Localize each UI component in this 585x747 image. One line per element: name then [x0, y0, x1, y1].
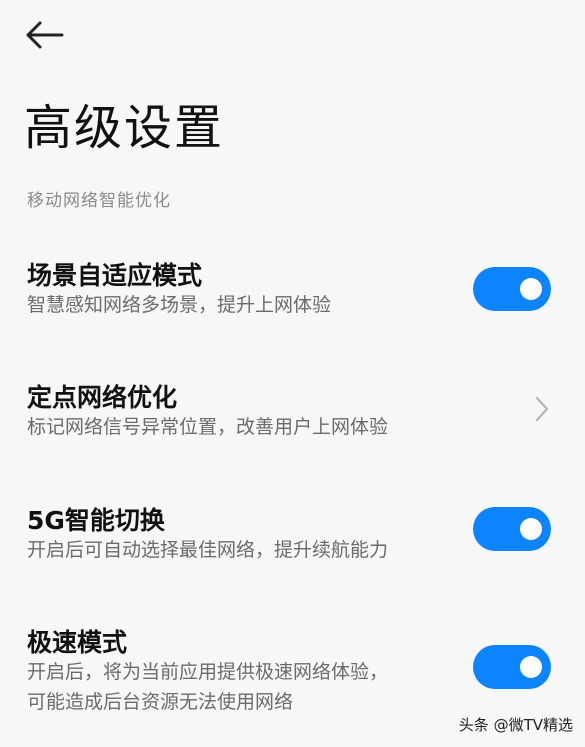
setting-subtitle: 标记网络信号异常位置，改善用户上网体验: [27, 416, 389, 438]
toggle-knob: [520, 518, 542, 540]
setting-title: 极速模式: [27, 628, 128, 657]
setting-turbo-mode[interactable]: 极速模式 开启后，将为当前应用提供极速网络体验， 可能造成后台资源无法使用网络: [0, 617, 585, 727]
5g-smart-switch-toggle[interactable]: [473, 507, 551, 551]
setting-subtitle-line1: 开启后，将为当前应用提供极速网络体验，: [27, 661, 389, 683]
watermark: 头条 @微TV精选: [458, 716, 573, 734]
setting-title: 5G智能切换: [27, 506, 165, 535]
scene-adaptive-toggle[interactable]: [473, 267, 551, 311]
setting-title: 场景自适应模式: [27, 261, 203, 290]
setting-subtitle-line2: 可能造成后台资源无法使用网络: [27, 691, 294, 713]
chevron-right-icon[interactable]: [532, 394, 552, 424]
toggle-knob: [520, 278, 542, 300]
back-button[interactable]: [22, 18, 66, 52]
page-title: 高级设置: [24, 100, 225, 156]
setting-title: 定点网络优化: [27, 383, 178, 412]
setting-subtitle: 智慧感知网络多场景，提升上网体验: [27, 294, 332, 316]
setting-fixed-point-optimization[interactable]: 定点网络优化 标记网络信号异常位置，改善用户上网体验: [0, 372, 585, 452]
setting-subtitle: 开启后可自动选择最佳网络，提升续航能力: [27, 539, 389, 561]
arrow-left-icon: [26, 21, 64, 49]
toggle-knob: [520, 656, 542, 678]
turbo-mode-toggle[interactable]: [473, 645, 551, 689]
setting-scene-adaptive[interactable]: 场景自适应模式 智慧感知网络多场景，提升上网体验: [0, 250, 585, 330]
setting-5g-smart-switch[interactable]: 5G智能切换 开启后可自动选择最佳网络，提升续航能力: [0, 495, 585, 575]
section-header: 移动网络智能优化: [27, 191, 171, 211]
